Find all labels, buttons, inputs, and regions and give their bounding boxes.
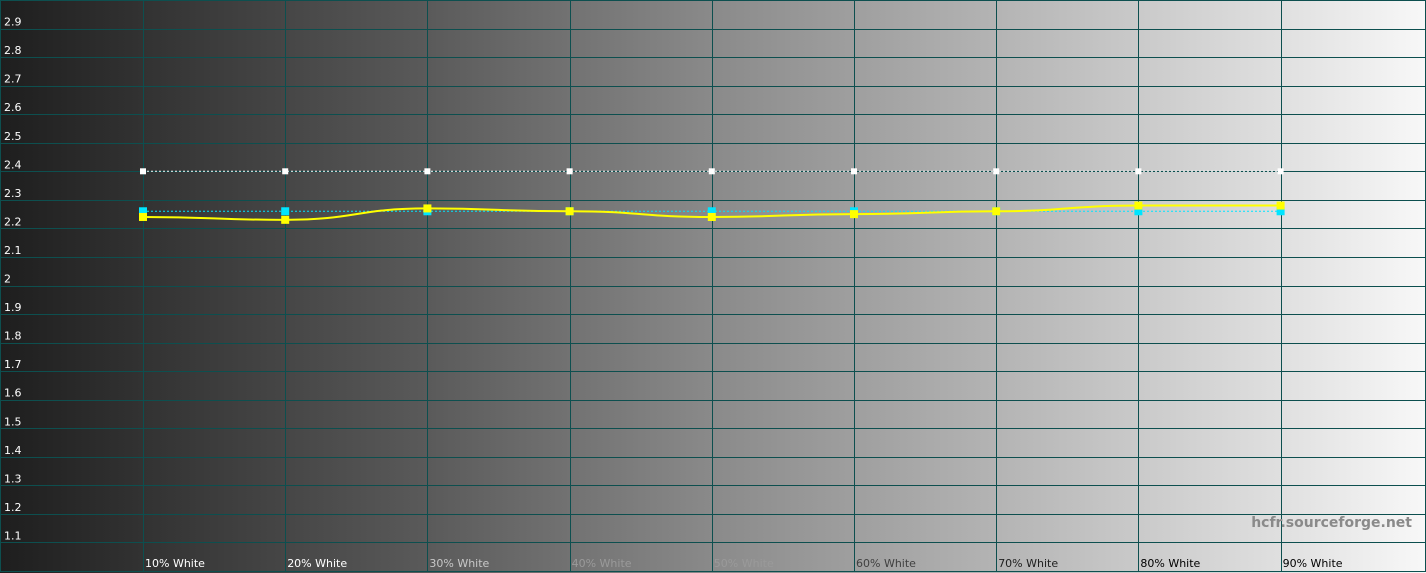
- series-point: [1135, 168, 1142, 175]
- x-tick-label: 10% White: [145, 557, 205, 570]
- series-point: [992, 207, 1001, 216]
- series-point: [281, 215, 290, 224]
- chart-plot: 2.9 2.8 2.7 2.6 2.5 2.4 2.3 2.2 2.1 2 1.9 1.8 1.7 1.6…: [0, 0, 1426, 573]
- series-point: [139, 212, 147, 221]
- series-point: [1276, 201, 1285, 210]
- y-tick-label: 1.9: [4, 301, 22, 314]
- y-tick-label: 2.9: [4, 16, 22, 29]
- series-point: [1277, 168, 1284, 175]
- y-tick-label: 1.8: [4, 330, 22, 343]
- y-tick-label: 1.6: [4, 387, 22, 400]
- x-tick-label: 20% White: [287, 557, 347, 570]
- y-tick-label: 2.8: [4, 44, 22, 57]
- y-tick-label: 1.3: [4, 472, 22, 485]
- y-tick-label: 1.2: [4, 501, 22, 514]
- series-point: [708, 168, 715, 175]
- y-tick-label: 2.2: [4, 215, 22, 228]
- series-point: [281, 207, 290, 216]
- series-point: [851, 168, 857, 175]
- series-point: [850, 210, 858, 219]
- x-tick-label: 50% White: [714, 557, 774, 570]
- series-point: [993, 168, 1000, 175]
- series-point: [565, 207, 574, 216]
- y-tick-label: 2.4: [4, 158, 22, 171]
- series-point: [1134, 201, 1143, 210]
- y-tick-label: 2.7: [4, 73, 22, 86]
- x-tick-label: 60% White: [856, 557, 916, 570]
- y-tick-label: 2.5: [4, 130, 22, 143]
- series-point: [707, 212, 716, 221]
- gamma-chart: 2.9 2.8 2.7 2.6 2.5 2.4 2.3 2.2 2.1 2 1.9 1.8 1.7 1.6…: [0, 0, 1426, 573]
- y-tick-label: 2: [4, 273, 11, 286]
- series-point: [566, 168, 573, 175]
- x-tick-label: 80% White: [1140, 557, 1200, 570]
- y-tick-label: 1.1: [4, 529, 22, 542]
- series-point: [140, 168, 146, 175]
- series-point: [424, 168, 431, 175]
- y-tick-label: 1.4: [4, 444, 22, 457]
- y-tick-label: 1.7: [4, 358, 22, 371]
- series-point: [423, 204, 432, 213]
- x-tick-label: 30% White: [429, 557, 489, 570]
- y-tick-label: 2.6: [4, 101, 22, 114]
- y-tick-label: 1.5: [4, 415, 22, 428]
- x-tick-label: 40% White: [572, 557, 632, 570]
- series-point: [282, 168, 289, 175]
- y-tick-label: 2.1: [4, 244, 22, 257]
- x-tick-label: 90% White: [1283, 557, 1343, 570]
- x-tick-label: 70% White: [998, 557, 1058, 570]
- watermark: hcfr.sourceforge.net: [1251, 515, 1412, 531]
- y-tick-label: 2.3: [4, 187, 22, 200]
- x-axis-ticks: 10% White 20% White 30% White 40% White 50% …: [145, 557, 1343, 570]
